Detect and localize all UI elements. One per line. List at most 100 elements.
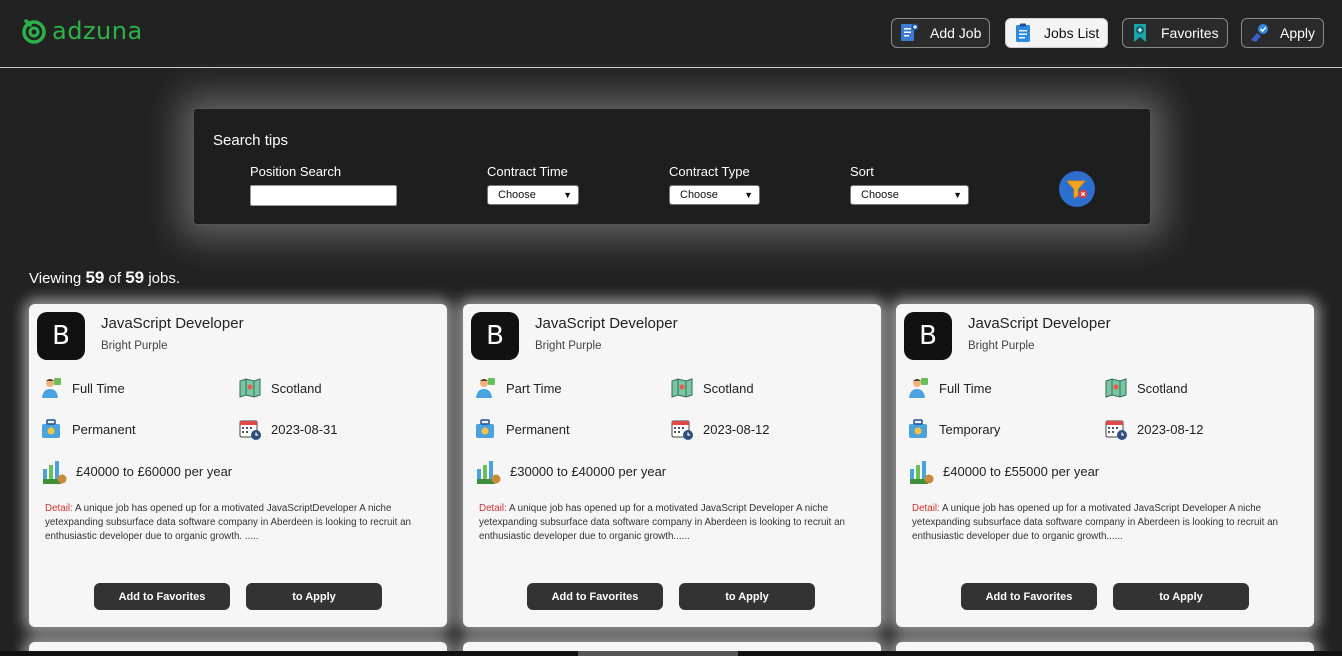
sort-value: Choose <box>861 189 899 201</box>
contract-type-label: Contract Type <box>669 164 750 179</box>
salary-row: £40000 to £55000 per year <box>908 457 1099 485</box>
sort-label: Sort <box>850 164 874 179</box>
job-title[interactable]: JavaScript Developer <box>968 315 1111 332</box>
worker-icon <box>42 378 61 398</box>
location-value: Scotland <box>1137 380 1188 396</box>
search-title: Search tips <box>213 132 289 149</box>
job-card: B JavaScript Developer Bright Purple Par… <box>463 304 881 627</box>
date-value: 2023-08-12 <box>703 421 770 437</box>
chevron-down-icon: ▼ <box>953 190 962 200</box>
position-search-label: Position Search <box>250 164 342 179</box>
detail-text: A unique job has opened up for a motivat… <box>912 503 1278 542</box>
date-row: 2023-08-12 <box>670 417 770 441</box>
company-avatar: B <box>904 312 952 360</box>
top-header: adzuna Add Job Jobs List Favorites Apply <box>0 0 1342 68</box>
salary-chart-icon <box>43 461 67 484</box>
bookmark-plus-icon <box>1134 24 1146 42</box>
add-to-favorites-button[interactable]: Add to Favorites <box>527 583 663 610</box>
calendar-clock-icon <box>1105 420 1127 440</box>
viewing-shown: 59 <box>85 268 105 287</box>
job-detail: Detail: A unique job has opened up for a… <box>45 502 435 544</box>
date-value: 2023-08-31 <box>271 421 338 437</box>
search-panel: Search tips Position Search Contract Tim… <box>193 108 1151 225</box>
job-title[interactable]: JavaScript Developer <box>101 315 244 332</box>
detail-text: A unique job has opened up for a motivat… <box>479 503 845 542</box>
briefcase-icon <box>476 419 494 438</box>
contract-time-value: Full Time <box>939 380 992 396</box>
salary-value: £40000 to £55000 per year <box>943 463 1100 479</box>
detail-label: Detail: <box>479 503 507 514</box>
hand-check-icon <box>1251 24 1268 42</box>
contract-time-row: Full Time <box>39 376 125 400</box>
nav-apply-label: Apply <box>1280 25 1316 41</box>
job-title[interactable]: JavaScript Developer <box>535 315 678 332</box>
briefcase-icon <box>42 419 60 438</box>
detail-label: Detail: <box>45 503 73 514</box>
location-row: Scotland <box>238 376 322 400</box>
location-value: Scotland <box>271 380 322 396</box>
calendar-clock-icon <box>671 420 693 440</box>
job-company: Bright Purple <box>535 340 602 352</box>
salary-row: £30000 to £40000 per year <box>475 457 666 485</box>
nav-apply-button[interactable]: Apply <box>1241 18 1325 48</box>
nav-favorites-label: Favorites <box>1161 25 1219 41</box>
contract-time-value: Full Time <box>72 380 125 396</box>
contract-type-row: Permanent <box>39 417 136 441</box>
clear-filter-button[interactable] <box>1059 171 1095 207</box>
sort-select[interactable]: Choose ▼ <box>850 185 969 205</box>
salary-value: £40000 to £60000 per year <box>76 463 233 479</box>
contract-type-select[interactable]: Choose ▼ <box>669 185 760 205</box>
position-search-input[interactable] <box>250 185 397 206</box>
contract-time-label: Contract Time <box>487 164 568 179</box>
job-detail: Detail: A unique job has opened up for a… <box>479 502 869 544</box>
contract-time-value: Part Time <box>506 380 562 396</box>
contract-time-row: Full Time <box>906 376 992 400</box>
worker-icon <box>476 378 495 398</box>
detail-label: Detail: <box>912 503 940 514</box>
scrollbar-thumb[interactable] <box>578 651 738 656</box>
to-apply-button[interactable]: to Apply <box>1113 583 1249 610</box>
date-row: 2023-08-31 <box>238 417 338 441</box>
nav-favorites-button[interactable]: Favorites <box>1122 18 1228 48</box>
map-icon <box>671 378 693 398</box>
contract-time-value: Choose <box>498 189 536 201</box>
viewing-of: of <box>108 270 122 287</box>
nav-jobs-list-label: Jobs List <box>1044 25 1100 41</box>
contract-type-value: Permanent <box>506 421 570 437</box>
job-detail: Detail: A unique job has opened up for a… <box>912 502 1302 544</box>
company-avatar: B <box>37 312 85 360</box>
job-company: Bright Purple <box>968 340 1035 352</box>
clipboard-list-icon <box>1016 23 1030 42</box>
contract-type-value: Permanent <box>72 421 136 437</box>
to-apply-button[interactable]: to Apply <box>679 583 815 610</box>
map-icon <box>239 378 261 398</box>
company-avatar: B <box>471 312 519 360</box>
chevron-down-icon: ▼ <box>744 190 753 200</box>
brand-logo[interactable]: adzuna <box>20 14 143 48</box>
add-to-favorites-button[interactable]: Add to Favorites <box>94 583 230 610</box>
to-apply-button[interactable]: to Apply <box>246 583 382 610</box>
add-to-favorites-button[interactable]: Add to Favorites <box>961 583 1097 610</box>
nav-jobs-list-button[interactable]: Jobs List <box>1005 18 1109 48</box>
date-row: 2023-08-12 <box>1104 417 1204 441</box>
brand-name: adzuna <box>52 17 143 45</box>
contract-type-row: Temporary <box>906 417 1000 441</box>
results-count: Viewing 59 of 59 jobs. <box>29 268 180 288</box>
calendar-clock-icon <box>239 420 261 440</box>
location-row: Scotland <box>670 376 754 400</box>
map-icon <box>1105 378 1127 398</box>
contract-time-select[interactable]: Choose ▼ <box>487 185 579 205</box>
location-row: Scotland <box>1104 376 1188 400</box>
date-value: 2023-08-12 <box>1137 421 1204 437</box>
nav-add-job-button[interactable]: Add Job <box>891 18 991 48</box>
job-card: B JavaScript Developer Bright Purple Ful… <box>29 304 447 627</box>
detail-text: A unique job has opened up for a motivat… <box>45 503 411 542</box>
chevron-down-icon: ▼ <box>563 190 572 200</box>
worker-icon <box>909 378 928 398</box>
viewing-total: 59 <box>125 268 145 287</box>
contract-type-row: Permanent <box>473 417 570 441</box>
contract-time-row: Part Time <box>473 376 562 400</box>
location-value: Scotland <box>703 380 754 396</box>
briefcase-icon <box>909 419 927 438</box>
horizontal-scrollbar[interactable] <box>0 651 1342 656</box>
